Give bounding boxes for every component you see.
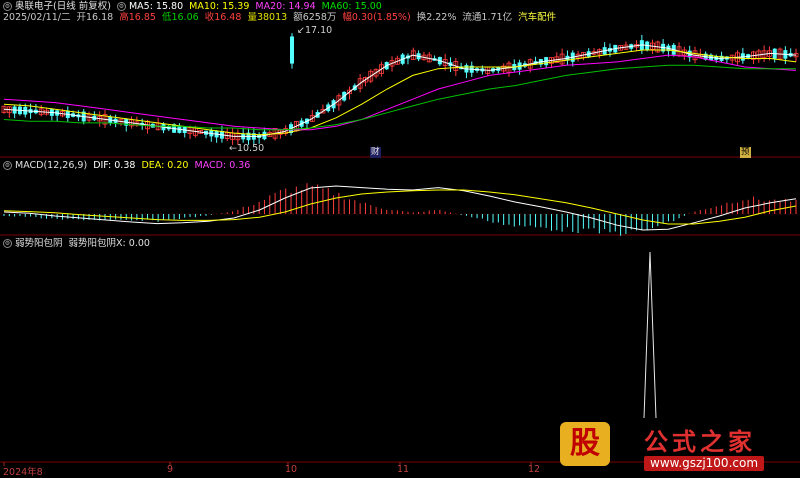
financial-report-badge[interactable]: 财: [370, 147, 381, 158]
macd-line-dif: [3, 185, 797, 231]
indicator-value: 弱势阳包阴X: 0.00: [68, 238, 150, 249]
x-axis-label: 2024年8: [3, 467, 43, 478]
settings-circle-icon[interactable]: ⚙: [3, 161, 12, 170]
macd-title[interactable]: MACD(12,26,9): [15, 160, 87, 171]
macd-lines: [3, 185, 797, 231]
x-axis-label: 10: [285, 464, 298, 475]
forecast-badge[interactable]: 预: [740, 147, 751, 158]
watermark-title: 公式之家: [644, 427, 756, 456]
macd-panel-header: ⚙ MACD(12,26,9) DIF: 0.38 DEA: 0.20 MACD:…: [3, 160, 253, 172]
indicator-line: [643, 251, 657, 419]
x-axis-label: 9: [167, 464, 174, 475]
macd-dif: DIF: 0.38: [93, 160, 136, 171]
candlestick-series: [1, 33, 799, 145]
x-axis-label: 11: [397, 464, 410, 475]
low-price-label: ←10.50: [229, 143, 265, 154]
macd-value: MACD: 0.36: [194, 160, 251, 171]
high-price-label: ↙17.10: [297, 25, 333, 36]
indicator-panel-header: ⚙ 弱势阳包阴 弱势阳包阴X: 0.00: [3, 238, 153, 250]
macd-dea: DEA: 0.20: [141, 160, 189, 171]
x-axis-ticks: [3, 462, 532, 466]
watermark-url: www.gszj100.com: [644, 456, 765, 471]
site-watermark: 股 公式之家 www.gszj100.com: [548, 420, 798, 476]
x-axis-label: 12: [528, 464, 541, 475]
settings-circle-icon[interactable]: ⚙: [3, 239, 12, 248]
watermark-logo: 股: [560, 422, 610, 466]
indicator-spike: [643, 251, 657, 419]
macd-line-dea: [3, 189, 797, 225]
indicator-title[interactable]: 弱势阳包阴: [15, 238, 63, 249]
candle-body: [290, 36, 294, 64]
